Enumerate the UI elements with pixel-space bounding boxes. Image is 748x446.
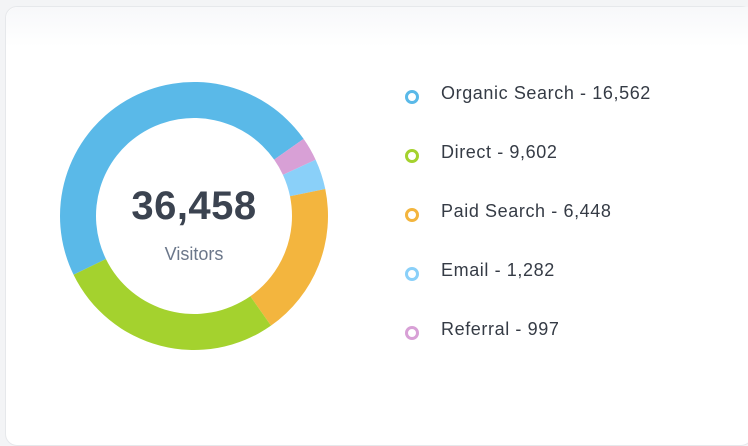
legend-marker-icon [405, 208, 419, 222]
total-visitors-value: 36,458 [131, 184, 257, 228]
legend-label-email: Email - 1,282 [441, 260, 555, 280]
legend-marker-icon [405, 149, 419, 163]
legend-label-direct: Direct - 9,602 [441, 142, 558, 162]
total-visitors-label: Visitors [164, 244, 224, 264]
donut-center: 36,458 Visitors [59, 81, 329, 351]
legend-label-paid-search: Paid Search - 6,448 [441, 201, 612, 221]
legend-marker-icon [405, 267, 419, 281]
donut-chart: 36,458 Visitors [59, 81, 329, 351]
legend-label-referral: Referral - 997 [441, 319, 560, 339]
legend-marker-icon [405, 326, 419, 340]
legend-label-organic-search: Organic Search - 16,562 [441, 83, 651, 103]
legend-marker-icon [405, 90, 419, 104]
card-header-shade [6, 7, 748, 47]
